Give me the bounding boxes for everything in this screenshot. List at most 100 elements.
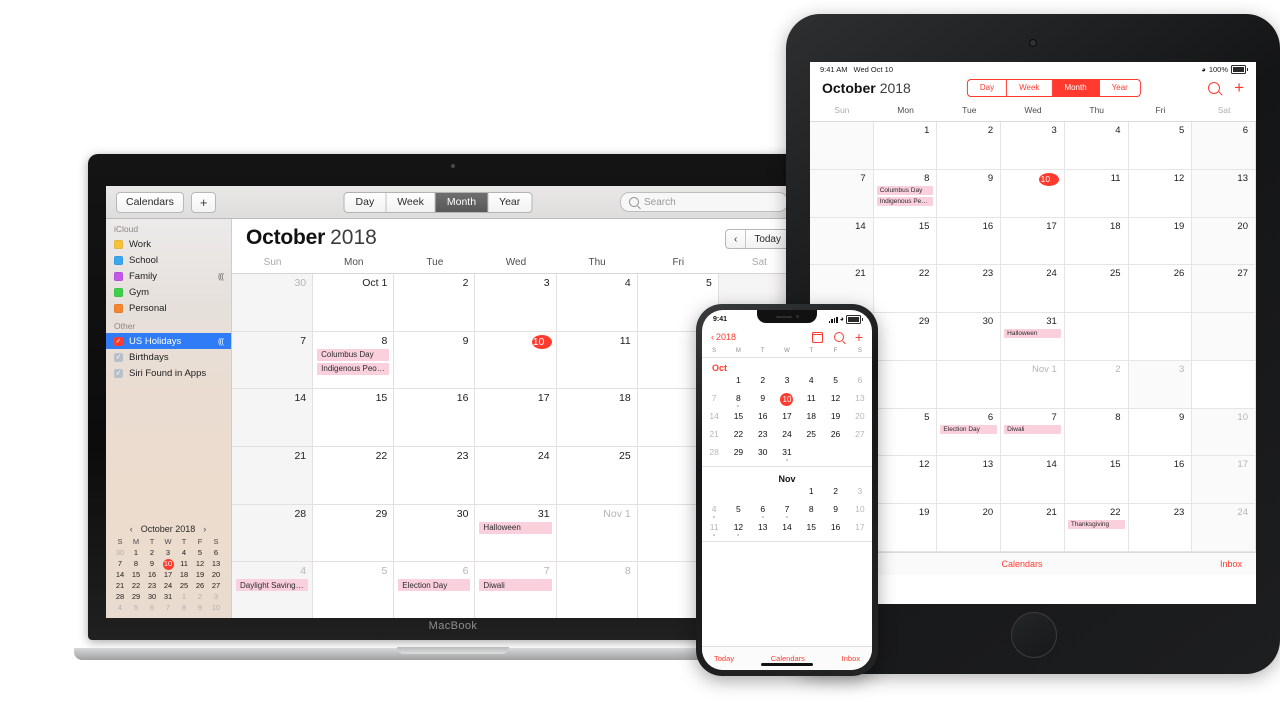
ipad-event-chip[interactable]: Columbus Day: [876, 185, 934, 195]
mini-day[interactable]: 7: [112, 559, 128, 569]
iphone-day[interactable]: [848, 446, 872, 464]
ipad-day-cell[interactable]: 20: [937, 504, 1002, 552]
checkbox[interactable]: ✓: [114, 368, 123, 378]
ipad-day-cell[interactable]: 10: [1192, 408, 1256, 456]
iphone-day[interactable]: 30: [751, 446, 775, 464]
iphone-day[interactable]: 12: [726, 521, 750, 539]
mini-next-button[interactable]: ›: [203, 524, 206, 534]
iphone-day[interactable]: 16: [751, 410, 775, 428]
day-cell[interactable]: 21: [232, 447, 314, 504]
iphone-day[interactable]: 2: [751, 374, 775, 392]
sidebar-item-family[interactable]: Family (((: [106, 268, 231, 284]
ipad-day-cell[interactable]: 14: [1001, 456, 1065, 504]
ipad-day-cell[interactable]: 13: [937, 456, 1002, 504]
day-cell[interactable]: 17: [475, 389, 557, 447]
ipad-view-option-month[interactable]: Month: [1052, 79, 1100, 96]
day-cell[interactable]: 14: [232, 389, 314, 447]
ipad-home-button[interactable]: [1011, 612, 1057, 658]
mini-day[interactable]: 11: [176, 559, 192, 569]
view-option-month[interactable]: Month: [435, 192, 489, 212]
mini-day[interactable]: 31: [160, 592, 176, 602]
iphone-day[interactable]: 8: [799, 503, 823, 521]
mini-day[interactable]: 28: [112, 592, 128, 602]
mini-day[interactable]: 1: [176, 592, 192, 602]
day-cell[interactable]: 23: [394, 447, 476, 504]
day-cell[interactable]: 28: [232, 504, 314, 562]
ipad-day-cell[interactable]: 18: [1065, 217, 1129, 265]
iphone-day[interactable]: 21: [702, 428, 726, 446]
ipad-day-cell[interactable]: [1192, 360, 1256, 408]
event-chip[interactable]: Daylight Saving…: [236, 579, 309, 592]
iphone-day[interactable]: 1: [726, 374, 750, 392]
ipad-day-cell[interactable]: 11: [1065, 169, 1129, 217]
ipad-day-cell[interactable]: 31 Halloween: [1001, 313, 1065, 360]
day-cell[interactable]: 8 Columbus Day Indigenous Peo…: [313, 331, 395, 389]
ipad-day-cell[interactable]: 13: [1192, 169, 1256, 217]
ipad-day-cell[interactable]: 8 Columbus Day Indigenous Peo…: [874, 169, 938, 217]
day-cell[interactable]: 16: [394, 389, 476, 447]
ipad-day-cell[interactable]: 21: [1001, 504, 1065, 552]
iphone-day[interactable]: 29: [726, 446, 750, 464]
ipad-event-chip[interactable]: Election Day: [940, 424, 998, 434]
iphone-day[interactable]: 13: [751, 521, 775, 539]
sidebar-item-work[interactable]: Work: [106, 236, 231, 252]
ipad-day-cell[interactable]: 10: [1001, 169, 1065, 217]
ipad-inbox-tab[interactable]: Inbox: [1220, 559, 1242, 569]
day-cell[interactable]: 7: [232, 331, 314, 389]
iphone-day[interactable]: 7: [702, 392, 726, 410]
sidebar-item-us-holidays[interactable]: ✓ US Holidays (((: [106, 333, 231, 349]
ipad-day-cell[interactable]: 23: [1129, 504, 1193, 552]
mini-day[interactable]: 9: [192, 603, 208, 613]
day-cell[interactable]: 30: [394, 504, 476, 562]
mini-day[interactable]: 30: [112, 548, 128, 558]
day-cell[interactable]: 15: [313, 389, 395, 447]
day-cell[interactable]: 30: [232, 274, 314, 331]
iphone-day[interactable]: 19: [823, 410, 847, 428]
iphone-day[interactable]: 25: [799, 428, 823, 446]
checkbox[interactable]: ✓: [114, 352, 123, 362]
iphone-day[interactable]: [726, 485, 750, 503]
sidebar-item-school[interactable]: School: [106, 252, 231, 268]
sidebar-item-gym[interactable]: Gym: [106, 284, 231, 300]
day-cell[interactable]: 4: [557, 274, 638, 331]
ipad-day-cell[interactable]: 8: [1065, 408, 1129, 456]
mini-day[interactable]: 12: [192, 559, 208, 569]
sidebar-item-personal[interactable]: Personal: [106, 300, 231, 316]
ipad-day-cell[interactable]: 1: [874, 122, 938, 169]
mini-day[interactable]: 5: [128, 603, 144, 613]
day-cell[interactable]: 6 Election Day: [394, 562, 476, 618]
ipad-day-cell[interactable]: 5: [874, 408, 938, 456]
iphone-day[interactable]: 18: [799, 410, 823, 428]
back-to-year-button[interactable]: ‹ 2018: [711, 332, 736, 342]
day-cell[interactable]: Nov 1: [557, 504, 638, 562]
ipad-day-cell[interactable]: Nov 1: [1001, 360, 1065, 408]
ipad-day-cell[interactable]: 15: [874, 217, 938, 265]
mini-day[interactable]: 6: [208, 548, 224, 558]
ipad-day-cell[interactable]: 15: [1065, 456, 1129, 504]
mini-day[interactable]: 2: [192, 592, 208, 602]
ipad-day-cell[interactable]: 17: [1192, 456, 1256, 504]
mini-calendar-grid[interactable]: S M T W T F S 30 1 2 3 4 5 6 7 8 9 10 11 12 13 14 15 16 17 18 19 20…: [112, 537, 224, 613]
mini-day[interactable]: 29: [128, 592, 144, 602]
iphone-day[interactable]: 5: [726, 503, 750, 521]
day-cell[interactable]: 8: [557, 562, 638, 618]
iphone-month-grid[interactable]: 1 2 3 4 5 6 7 8 9 10 11 12 13 14 15 16 17: [702, 485, 872, 539]
ipad-event-chip[interactable]: Thanksgiving: [1067, 520, 1125, 530]
mini-day[interactable]: 14: [112, 570, 128, 580]
ipad-day-cell[interactable]: 4: [1065, 122, 1129, 169]
ipad-day-cell[interactable]: [1065, 313, 1129, 360]
event-chip[interactable]: Halloween: [479, 521, 552, 534]
ipad-event-chip[interactable]: Diwali: [1004, 424, 1061, 434]
checkbox[interactable]: ✓: [114, 336, 123, 346]
mini-day[interactable]: 16: [144, 570, 160, 580]
ipad-day-cell[interactable]: 19: [1129, 217, 1193, 265]
mini-day[interactable]: 15: [128, 570, 144, 580]
iphone-day[interactable]: 9: [751, 392, 775, 410]
day-cell[interactable]: 25: [557, 447, 638, 504]
mini-day[interactable]: 13: [208, 559, 224, 569]
iphone-day[interactable]: [799, 446, 823, 464]
iphone-day[interactable]: 4: [702, 503, 726, 521]
day-cell[interactable]: 4 Daylight Saving…: [232, 562, 314, 618]
mini-day[interactable]: 8: [176, 603, 192, 613]
iphone-day[interactable]: [702, 485, 726, 503]
